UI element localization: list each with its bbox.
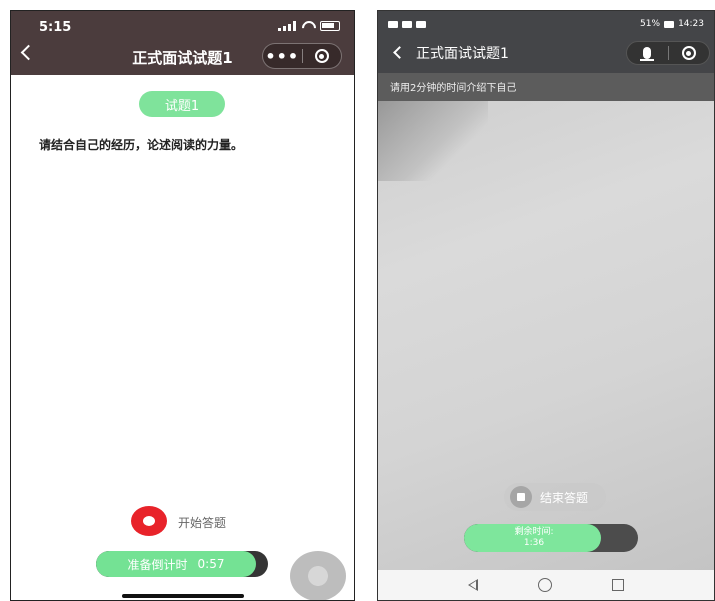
record-button[interactable]	[131, 506, 167, 536]
signal-icon	[402, 20, 412, 28]
wifi-icon	[301, 21, 315, 31]
prep-countdown-bar: 准备倒计时 0:57	[96, 551, 268, 577]
countdown-value: 0:57	[197, 557, 225, 571]
battery-percent: 51%	[640, 19, 661, 29]
remaining-text: 剩余时间: 1:36	[464, 524, 604, 552]
stop-answer-label: 结束答题	[540, 490, 589, 505]
miniprogram-capsule: •••	[262, 43, 342, 69]
status-right-info: 51% 14:23	[640, 19, 704, 29]
microphone-icon	[640, 47, 655, 61]
nav-back-icon[interactable]	[468, 579, 478, 591]
target-icon	[681, 46, 696, 60]
notification-icon	[388, 20, 398, 28]
status-left-icons	[388, 20, 426, 28]
floating-camera-button[interactable]	[290, 551, 346, 600]
status-icons	[278, 21, 340, 31]
close-miniprogram-button[interactable]	[669, 46, 710, 60]
nav-home-icon[interactable]	[538, 578, 552, 592]
android-status-bar: 51% 14:23	[388, 18, 704, 30]
camera-preview-shadow	[378, 101, 488, 181]
question-text: 请结合自己的经历，论述阅读的力量。	[39, 138, 244, 152]
remaining-value: 1:36	[523, 538, 545, 548]
microphone-button[interactable]	[627, 47, 668, 61]
target-icon	[314, 49, 329, 63]
stop-answer-button[interactable]: 结束答题	[504, 483, 606, 511]
question-badge: 试题1	[139, 91, 225, 117]
right-phone-screen: 51% 14:23 正式面试试题1 请用2分钟的时间介绍下自己 结束答题 剩余时…	[377, 10, 715, 601]
remaining-label: 剩余时间:	[514, 527, 554, 537]
stop-icon	[510, 486, 532, 508]
status-time: 5:15	[39, 20, 72, 35]
countdown-label: 准备倒计时	[127, 557, 188, 572]
back-icon[interactable]	[393, 46, 406, 59]
status-time: 14:23	[678, 19, 704, 29]
nav-recent-apps-icon[interactable]	[612, 579, 624, 591]
right-header: 51% 14:23 正式面试试题1	[378, 11, 714, 73]
left-header: 5:15 正式面试试题1 •••	[11, 11, 354, 75]
android-nav-bar	[378, 570, 714, 600]
close-miniprogram-button[interactable]	[303, 49, 342, 63]
countdown-text: 准备倒计时 0:57	[96, 551, 256, 577]
home-indicator	[122, 594, 244, 598]
more-button[interactable]: •••	[263, 47, 302, 66]
miniprogram-capsule	[626, 41, 710, 65]
battery-icon	[320, 21, 340, 31]
wifi-icon	[416, 20, 426, 28]
signal-icon	[278, 21, 296, 31]
instruction-text: 请用2分钟的时间介绍下自己	[390, 83, 517, 94]
battery-icon	[664, 20, 675, 28]
start-answer-label[interactable]: 开始答题	[178, 514, 226, 531]
left-phone-screen: 5:15 正式面试试题1 ••• 试题1 请结合自己的经历，论述阅读的力量。 开…	[10, 10, 355, 601]
remaining-time-bar: 剩余时间: 1:36	[464, 524, 638, 552]
page-title: 正式面试试题1	[416, 46, 509, 62]
